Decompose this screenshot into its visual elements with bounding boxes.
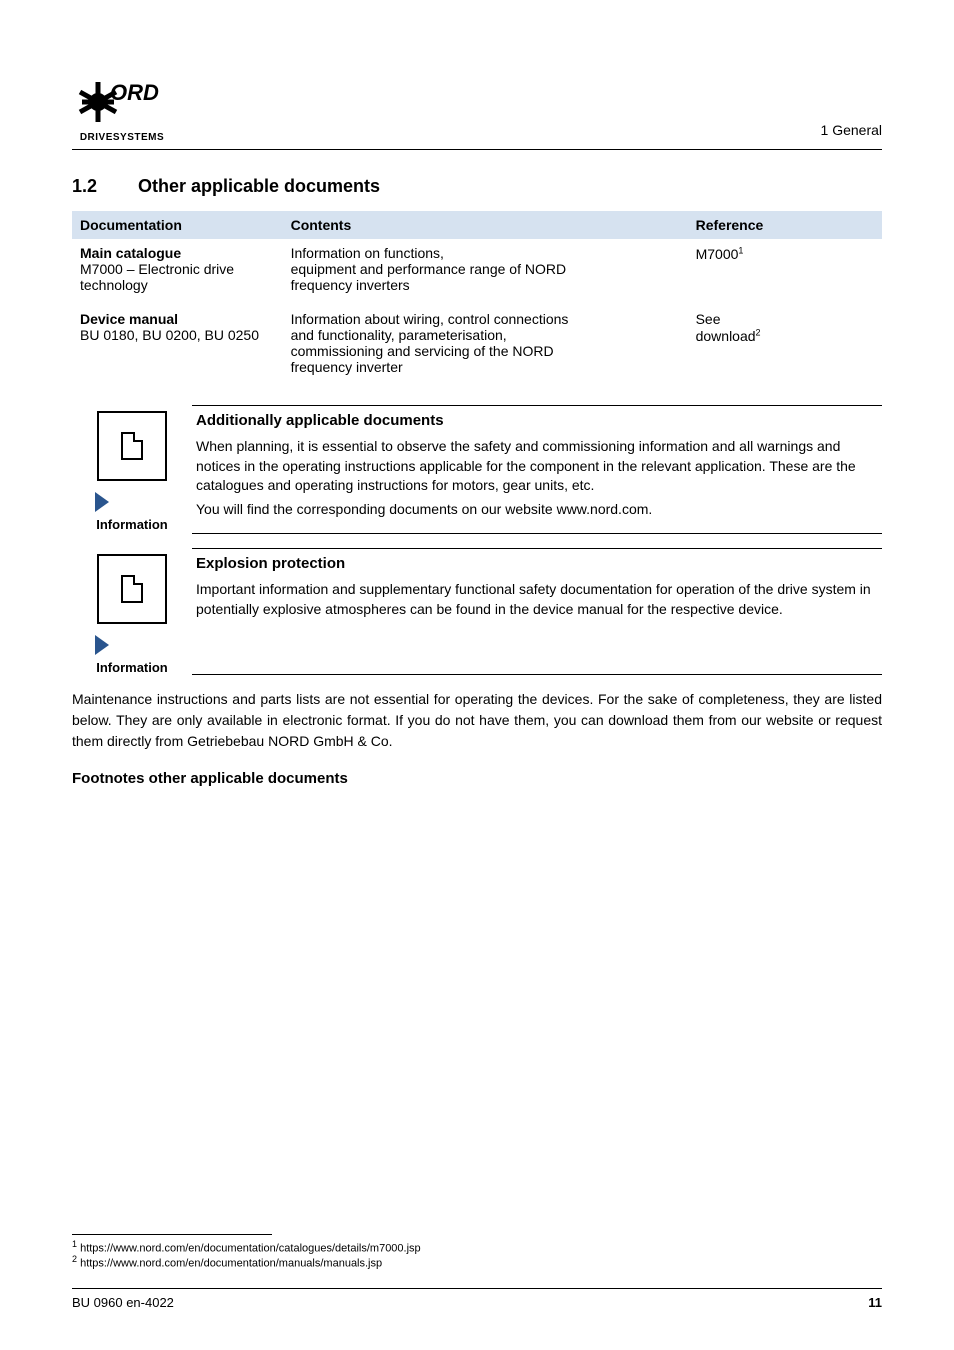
doc-subtitle: M7000 – Electronic drive technology — [80, 261, 275, 293]
reference-link[interactable]: M70001 — [696, 246, 744, 262]
info-icon-block: Information — [72, 405, 192, 534]
footnotes: 1 https://www.nord.com/en/documentation/… — [72, 1234, 882, 1270]
doc-title: Device manual — [80, 311, 275, 327]
doc-subtitle: BU 0180, BU 0200, BU 0250 — [80, 327, 275, 343]
section-number: 1.2 — [72, 176, 138, 197]
nord-gear-logo: ORD — [72, 72, 172, 132]
reference-cell: See download2 — [688, 305, 882, 381]
info-box-explosion: Information Explosion protection Importa… — [72, 548, 882, 675]
footnote-link[interactable]: https://www.nord.com/en/documentation/ma… — [80, 1258, 382, 1270]
info-content: Additionally applicable documents When p… — [192, 405, 882, 534]
footnote-line: 2 https://www.nord.com/en/documentation/… — [72, 1254, 882, 1270]
footnote-line: 1 https://www.nord.com/en/documentation/… — [72, 1239, 882, 1255]
info-title: Explosion protection — [196, 555, 878, 572]
triangle-icon — [95, 492, 109, 512]
info-i-icon — [97, 411, 167, 481]
document-icon — [121, 432, 143, 460]
col-reference: Reference — [688, 211, 882, 239]
footnote-link[interactable]: https://www.nord.com/en/documentation/ca… — [80, 1242, 421, 1254]
section-title-text: Other applicable documents — [138, 176, 380, 196]
info-title: Additionally applicable documents — [196, 412, 878, 429]
triangle-icon — [95, 635, 109, 655]
footer-page-number: 11 — [868, 1295, 882, 1310]
page-footer: BU 0960 en-4022 11 — [72, 1288, 882, 1310]
brand-logo: ORD DRIVESYSTEMS — [72, 72, 172, 143]
footer-doc-id: BU 0960 en-4022 — [72, 1295, 174, 1310]
doc-title: Main catalogue — [80, 245, 275, 261]
svg-text:ORD: ORD — [110, 80, 159, 105]
breadcrumb: 1 General — [821, 122, 882, 138]
info-box-additional-docs: Information Additionally applicable docu… — [72, 405, 882, 534]
col-contents: Contents — [283, 211, 688, 239]
info-i-icon — [97, 554, 167, 624]
table-header-row: Documentation Contents Reference — [72, 211, 882, 239]
info-caption: Information — [96, 517, 168, 532]
table-row: Device manual BU 0180, BU 0200, BU 0250 … — [72, 305, 882, 381]
info-icon-block: Information — [72, 548, 192, 675]
info-caption: Information — [96, 660, 168, 675]
document-icon — [121, 575, 143, 603]
info-line: You will find the corresponding document… — [196, 500, 878, 520]
section-heading: 1.2Other applicable documents — [72, 176, 882, 197]
contents-cell: Information on functions, equipment and … — [283, 239, 688, 299]
brand-tagline: DRIVESYSTEMS — [80, 132, 164, 143]
info-content: Explosion protection Important informati… — [192, 548, 882, 675]
documents-table: Documentation Contents Reference Main ca… — [72, 211, 882, 381]
reference-link[interactable]: See download2 — [696, 311, 761, 344]
page-header: ORD DRIVESYSTEMS 1 General — [72, 72, 882, 150]
contents-cell: Information about wiring, control connec… — [283, 305, 688, 381]
doc-cell: Device manual BU 0180, BU 0200, BU 0250 — [72, 305, 283, 381]
body-paragraph: Maintenance instructions and parts lists… — [72, 689, 882, 752]
col-documentation: Documentation — [72, 211, 283, 239]
reference-cell: M70001 — [688, 239, 882, 299]
footnotes-heading: Footnotes other applicable documents — [72, 770, 882, 787]
info-line: Important information and supplementary … — [196, 580, 878, 619]
info-line: When planning, it is essential to observ… — [196, 437, 878, 496]
doc-cell: Main catalogue M7000 – Electronic drive … — [72, 239, 283, 299]
table-row: Main catalogue M7000 – Electronic drive … — [72, 239, 882, 299]
